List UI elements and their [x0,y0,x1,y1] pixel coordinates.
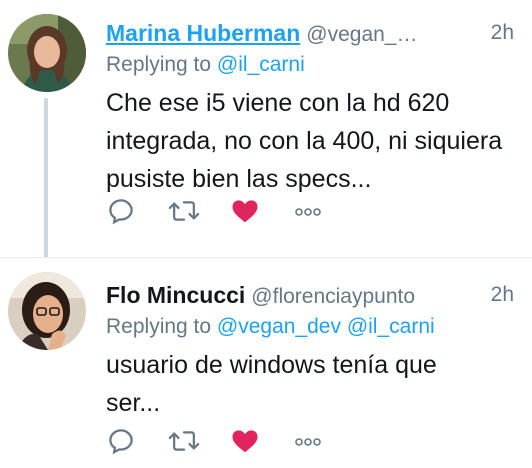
like-icon [232,200,258,223]
tweet[interactable]: Marina Huberman @vegan_… 2h Replying to @… [0,0,532,258]
retweet-icon [168,431,200,451]
more-icon [295,438,321,446]
tweet[interactable]: Flo Mincucci @florenciaypunto 2h Replying… [0,258,532,468]
retweet-icon [168,201,200,221]
tweet-actions [106,424,354,458]
avatar[interactable] [8,272,86,350]
retweet-button[interactable] [168,194,230,228]
like-button[interactable] [230,194,292,228]
like-icon [232,430,258,453]
more-icon [295,208,321,216]
reply-icon [109,429,133,455]
more-button[interactable] [292,424,354,458]
more-button[interactable] [292,194,354,228]
avatar[interactable] [8,14,86,92]
tweet-actions [106,194,354,228]
reply-button[interactable] [106,194,168,228]
retweet-button[interactable] [168,424,230,458]
reply-icon [109,199,133,225]
like-button[interactable] [230,424,292,458]
reply-button[interactable] [106,424,168,458]
